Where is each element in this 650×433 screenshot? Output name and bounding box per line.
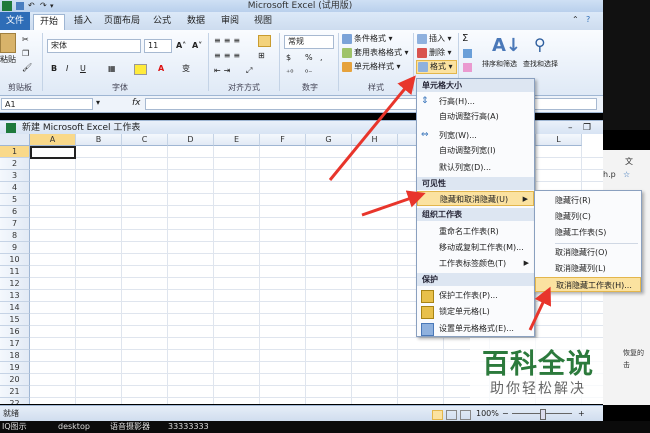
arrow-to-hide-unhide [361, 190, 426, 217]
arrow-to-format-button [328, 75, 416, 181]
watermark-subtitle: 助你轻松解决 [490, 381, 586, 397]
arrow-to-unhide-sheet [528, 286, 551, 331]
watermark-title: 百科全说 [482, 349, 594, 380]
